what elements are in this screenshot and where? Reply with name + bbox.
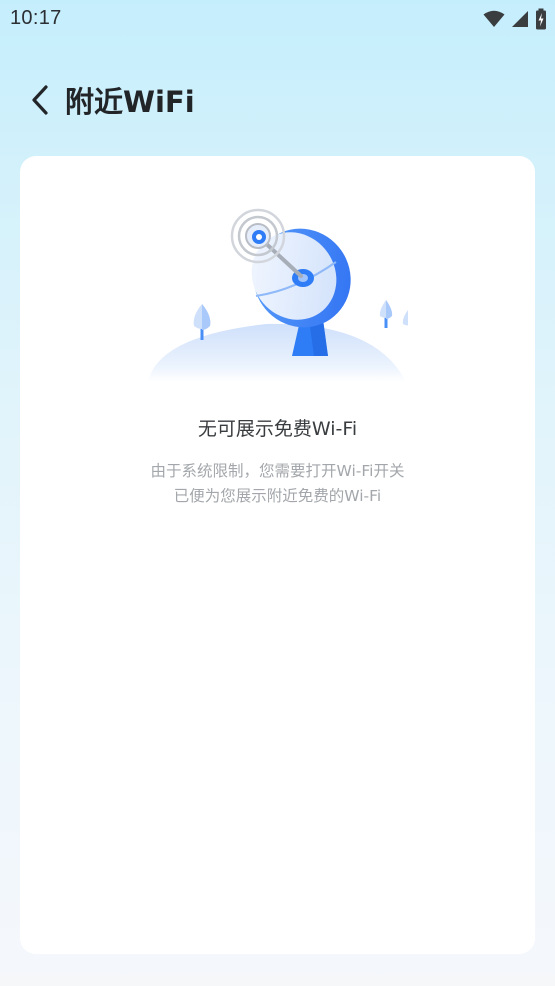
empty-state-title: 无可展示免费Wi-Fi	[197, 418, 358, 440]
cellular-signal-icon	[511, 10, 529, 28]
satellite-dish-illustration	[146, 204, 414, 384]
page-title: 附近WiFi	[65, 85, 195, 119]
empty-state-description-line-2: 已便为您展示附近免费的Wi-Fi	[173, 487, 382, 505]
empty-state-description-line-1: 由于系统限制，您需要打开Wi-Fi开关	[150, 462, 405, 480]
bottom-strip	[0, 976, 555, 986]
status-bar: 10:17	[0, 0, 555, 40]
content-card: 无可展示免费Wi-Fi 由于系统限制，您需要打开Wi-Fi开关 已便为您展示附近…	[20, 156, 535, 954]
header-bar: 附近WiFi	[0, 70, 555, 134]
status-icons	[483, 6, 547, 32]
wifi-icon	[483, 10, 505, 28]
back-button[interactable]	[22, 82, 58, 122]
battery-charging-icon	[535, 8, 547, 30]
chevron-left-icon	[30, 84, 50, 120]
status-time: 10:17	[10, 7, 62, 29]
